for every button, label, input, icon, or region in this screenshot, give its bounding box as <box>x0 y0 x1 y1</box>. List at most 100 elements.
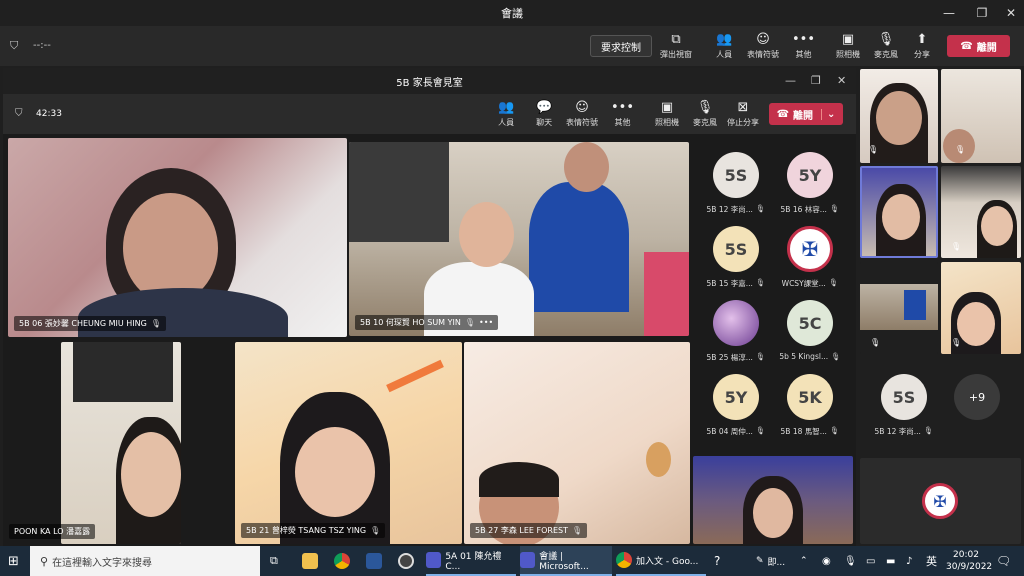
participant-hair <box>479 462 559 497</box>
roster-item[interactable]: 5Y 5B 04 周仲... 🎙 <box>696 374 776 438</box>
leave-button[interactable]: ☎ 離開 <box>947 35 1010 57</box>
chrome-icon[interactable] <box>334 546 350 576</box>
roster-item[interactable]: 5K 5B 18 馬智... 🎙 <box>770 374 850 438</box>
roster-avatar-photo <box>713 300 759 346</box>
file-explorer-icon[interactable] <box>302 546 318 576</box>
shared-meeting-window: 5B 家長會見室 — ❐ ✕ ⛉ 42:33 👥 人員 💬 聊天 ☺ 表情符號 •••… <box>3 68 856 546</box>
maximize-icon[interactable]: ❐ <box>967 0 997 26</box>
mic-off-icon: 🎙 <box>828 278 839 287</box>
popout-button[interactable]: ⧉ 彈出視窗 <box>660 32 692 60</box>
inner-toolbar: ⛉ 42:33 👥 人員 💬 聊天 ☺ 表情符號 ••• 其他 ▣ 照相機 🎙 麥克風 ⊠ 停… <box>3 94 856 134</box>
mic-off-icon: 🎙 <box>150 319 161 328</box>
video-tile[interactable]: 5B 27 李森 LEE FOREST 🎙 <box>464 342 690 544</box>
meeting-timer: --:-- <box>33 40 51 51</box>
stop-share-icon: ⊠ <box>737 100 749 115</box>
reactions-icon: ☺ <box>756 32 770 47</box>
participant-face <box>123 193 218 303</box>
participant-face <box>981 206 1013 246</box>
mic-off-icon: 🎙 <box>829 426 840 435</box>
battery-icon[interactable]: ▬ <box>886 546 895 576</box>
taskbar-app-teams-2[interactable]: 會議 | Microsoft... <box>520 546 612 576</box>
video-tile[interactable] <box>693 456 853 544</box>
taskbar-search[interactable]: ⚲ 在這裡輸入文字來搜尋 <box>30 546 260 576</box>
inner-minimize-icon[interactable]: — <box>785 74 796 87</box>
reactions-icon: ☺ <box>575 100 589 115</box>
mic-off-icon: 🎙 <box>755 204 766 213</box>
roster-item[interactable]: 5S 5B 12 李尚... 🎙 <box>864 374 944 438</box>
overflow-participants-button[interactable]: +9 <box>954 374 1000 420</box>
video-tile-active-speaker[interactable] <box>860 166 938 258</box>
inner-reactions-button[interactable]: ☺ 表情符號 <box>566 100 598 128</box>
mic-tray-icon[interactable]: 🎙 <box>844 546 857 576</box>
reactions-button[interactable]: ☺ 表情符號 <box>747 32 779 60</box>
video-tile[interactable]: 🎙 <box>860 262 938 354</box>
more-button[interactable]: ••• 其他 <box>792 32 815 60</box>
share-icon: ⬆ <box>916 32 928 47</box>
more-icon: ••• <box>611 100 635 115</box>
video-tile[interactable]: ✠ <box>860 458 1021 544</box>
ime-indicator[interactable]: 英 <box>926 546 937 576</box>
roster-item[interactable]: 5S 5B 12 李尚... 🎙 <box>696 152 776 216</box>
roster-item[interactable]: 5Y 5B 16 林容... 🎙 <box>770 152 850 216</box>
inner-more-button[interactable]: ••• 其他 <box>611 100 634 128</box>
participant-shirt <box>904 290 926 320</box>
people-button[interactable]: 👥 人員 <box>716 32 732 60</box>
request-control-button[interactable]: 要求控制 <box>590 35 652 57</box>
app-icon[interactable] <box>398 546 414 576</box>
inner-mic-button[interactable]: 🎙 麥克風 <box>693 100 717 128</box>
participant-name-tag: 5B 27 李森 LEE FOREST 🎙 <box>470 523 588 538</box>
windows-start-icon[interactable]: ⊞ <box>8 546 19 576</box>
video-tile[interactable] <box>61 342 181 544</box>
taskbar-clock[interactable]: 20:02 30/9/2022 <box>946 549 992 573</box>
video-tile[interactable]: 5B 21 曾梓熒 TSANG TSZ YING 🎙 <box>235 342 462 544</box>
inner-titlebar: 5B 家長會見室 — ❐ ✕ <box>3 68 856 94</box>
help-icon[interactable]: ? <box>714 546 720 576</box>
mic-off-icon: 🎙 <box>923 426 934 435</box>
word-icon[interactable] <box>366 546 382 576</box>
video-tile[interactable]: 🎙 <box>941 262 1021 354</box>
mic-off-icon: 🎙 <box>831 352 841 361</box>
participant-face <box>876 91 922 145</box>
volume-icon[interactable]: ♪ <box>906 546 912 576</box>
more-icon: ••• <box>792 32 816 47</box>
tray-icon-2[interactable]: ▭ <box>866 546 875 576</box>
taskbar-app-teams-1[interactable]: 5A 01 陳允禮 C... <box>426 546 516 576</box>
roster-avatar: 5Y <box>713 374 759 420</box>
inner-chat-button[interactable]: 💬 聊天 <box>536 100 552 128</box>
video-tile[interactable]: 5B 06 張妙馨 CHEUNG MIU HING 🎙 <box>8 138 347 337</box>
inner-people-button[interactable]: 👥 人員 <box>498 100 514 128</box>
taskbar-app-chrome[interactable]: 加入文 - Goo... <box>616 546 706 576</box>
stop-share-button[interactable]: ⊠ 停止分享 <box>727 100 759 128</box>
chevron-down-icon[interactable]: ⌄ <box>821 108 835 120</box>
minimize-icon[interactable]: — <box>934 0 964 26</box>
notification-icon[interactable]: 🗨 <box>996 546 1011 576</box>
roster-item[interactable]: 5B 25 楊淳... 🎙 <box>696 300 776 364</box>
window-titlebar: 會議 — ❐ ✕ <box>0 0 1024 26</box>
roster-item[interactable]: 5C 5b 5 Kingsl... 🎙 <box>770 300 850 364</box>
background-shelf <box>349 142 449 242</box>
tray-chevron-icon[interactable]: ⌃ <box>800 546 808 576</box>
inner-camera-button[interactable]: ▣ 照相機 <box>655 100 679 128</box>
roster-avatar: 5K <box>787 374 833 420</box>
close-icon[interactable]: ✕ <box>996 0 1024 26</box>
inner-leave-button[interactable]: ☎ 離開 ⌄ <box>769 103 843 125</box>
task-view-icon[interactable]: ⧉ <box>270 546 278 576</box>
roster-item[interactable]: ✠ WCSY課堂... 🎙 <box>770 226 850 290</box>
tray-icon[interactable]: ◉ <box>822 546 831 576</box>
video-tile[interactable]: 🎙 <box>860 69 938 163</box>
video-tile[interactable]: 5B 10 何琛賢 HO SUM YIN 🎙 ••• <box>349 142 689 336</box>
mic-button[interactable]: 🎙 麥克風 <box>874 32 898 60</box>
roster-avatar: 5S <box>881 374 927 420</box>
share-button[interactable]: ⬆ 分享 <box>914 32 930 60</box>
teams-icon <box>520 552 536 568</box>
roster-item[interactable]: 5S 5B 15 李嘉... 🎙 <box>696 226 776 290</box>
inner-maximize-icon[interactable]: ❐ <box>811 74 821 87</box>
camera-button[interactable]: ▣ 照相機 <box>836 32 860 60</box>
mic-off-icon: 🎙 <box>951 338 962 347</box>
video-tile[interactable]: 🎙 <box>941 166 1021 258</box>
school-logo-icon: ✠ <box>922 483 958 519</box>
taskbar-misc[interactable]: ✎ 即... <box>756 546 785 576</box>
video-tile[interactable]: 🎙 <box>941 69 1021 163</box>
more-icon[interactable]: ••• <box>479 318 493 327</box>
inner-close-icon[interactable]: ✕ <box>837 74 846 87</box>
